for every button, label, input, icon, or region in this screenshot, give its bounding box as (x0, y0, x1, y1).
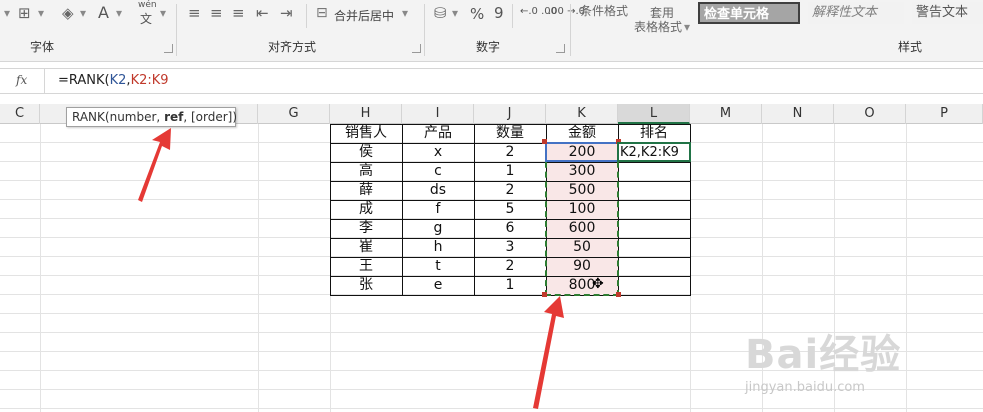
watermark-logo: Bai经验 (745, 332, 902, 378)
red-arrow-1 (138, 128, 171, 202)
watermark: Bai经验 jingyan.baidu.com (745, 322, 965, 402)
red-arrow-2 (533, 296, 564, 409)
watermark-url: jingyan.baidu.com (745, 380, 865, 395)
